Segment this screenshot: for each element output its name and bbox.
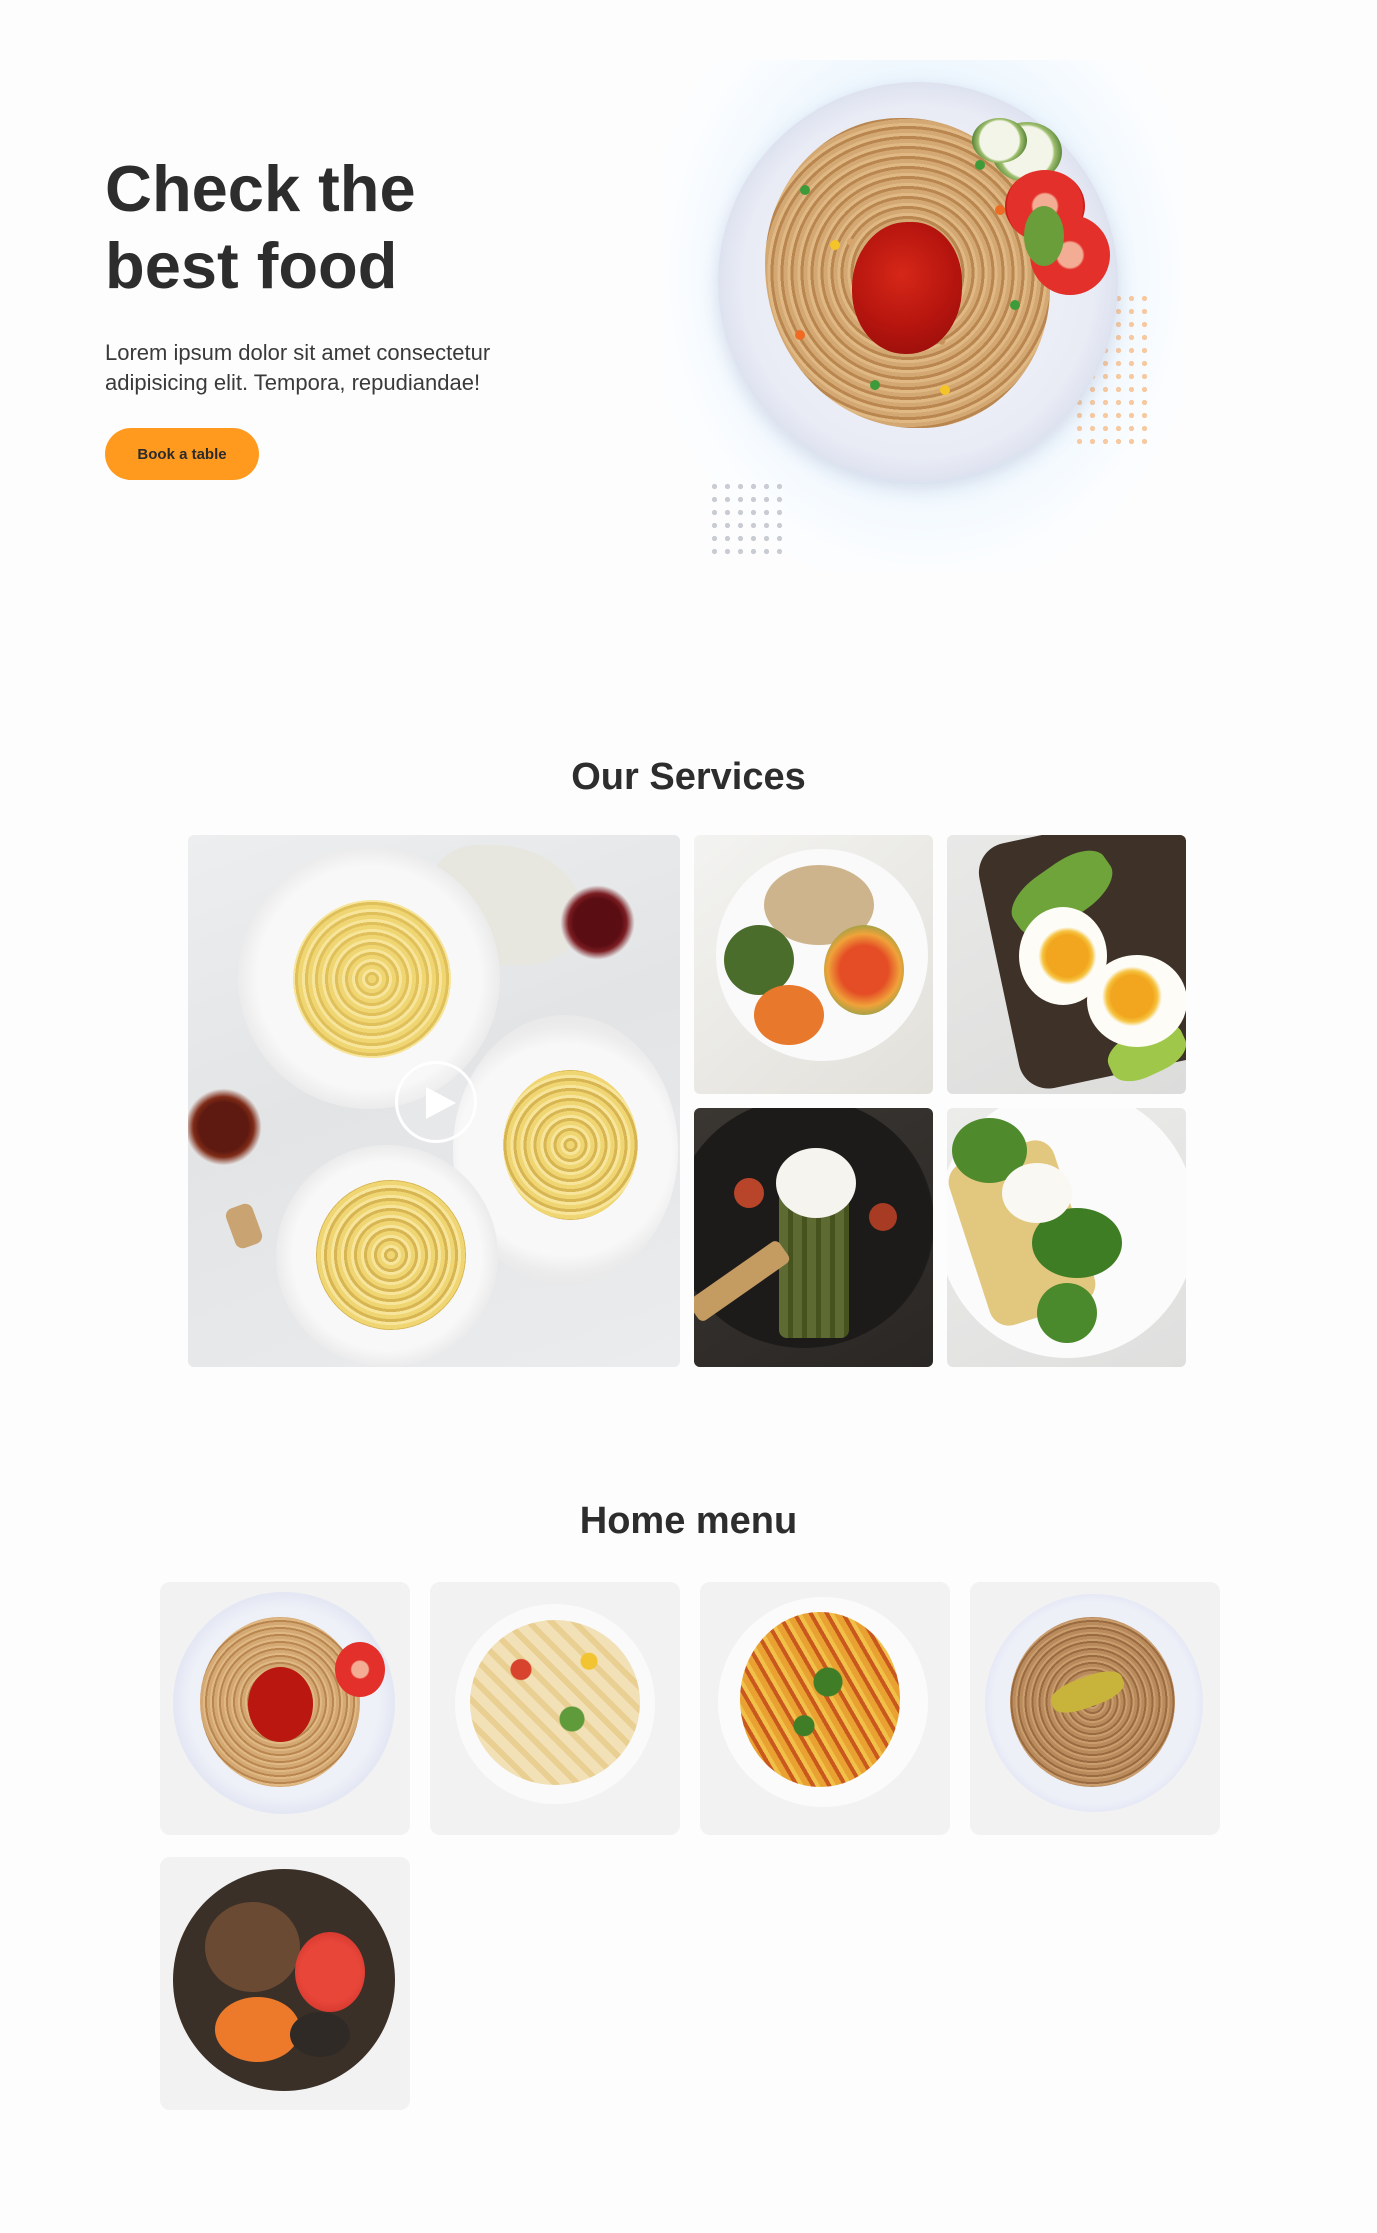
vegetable-bowl-photo[interactable] (694, 835, 933, 1094)
hero-title-line-2: best food (105, 229, 398, 302)
hero-title: Check the best food (105, 150, 525, 304)
cucumber-slice (972, 118, 1027, 163)
spinach-leaf (1037, 1283, 1097, 1343)
tomato-sauce (248, 1667, 313, 1742)
carrot (754, 985, 824, 1045)
hero-title-line-1: Check the (105, 152, 416, 225)
menu-item-card[interactable] (160, 1582, 410, 1835)
cherry-tomato (869, 1203, 897, 1231)
fusilli-pasta (740, 1612, 900, 1787)
pasta-portion (503, 1070, 638, 1220)
pea (975, 160, 985, 170)
peppers (824, 925, 904, 1015)
pea (800, 185, 810, 195)
home-menu-title: Home menu (579, 1500, 798, 1542)
pea (995, 205, 1005, 215)
landing-page: Check the best food Lorem ipsum dolor si… (0, 0, 1377, 2233)
wine-glass (560, 885, 635, 960)
menu-item-card[interactable] (700, 1582, 950, 1835)
cherry-tomatoes (295, 1932, 365, 2012)
pea (1010, 300, 1020, 310)
beef-slices (205, 1902, 300, 1992)
hero-description-line-1: Lorem ipsum dolor sit amet consectetur (105, 340, 491, 365)
gray-dots-decoration (708, 480, 788, 560)
pea (830, 240, 840, 250)
play-icon (426, 1087, 456, 1119)
hero-tomato-sauce (852, 222, 962, 354)
asparagus-plate-photo[interactable] (694, 1108, 933, 1367)
poached-egg (1002, 1163, 1072, 1223)
hero-description-line-2: adipisicing elit. Tempora, repudiandae! (105, 370, 481, 395)
egg-half (1087, 955, 1186, 1047)
pea (795, 330, 805, 340)
penne-pasta (470, 1620, 640, 1785)
cork (223, 1201, 265, 1251)
menu-item-card[interactable] (160, 1857, 410, 2110)
hero-description: Lorem ipsum dolor sit amet consectetur a… (105, 338, 575, 398)
pea (870, 380, 880, 390)
tomato-slice (335, 1642, 385, 1697)
spinach-toast-photo[interactable] (947, 1108, 1186, 1367)
burrata (776, 1148, 856, 1218)
pea (940, 385, 950, 395)
pasta-portion (316, 1180, 466, 1330)
book-table-button[interactable]: Book a table (105, 428, 259, 480)
menu-item-card[interactable] (970, 1582, 1220, 1835)
lettuce-leaf (1024, 206, 1064, 266)
wine-glass (188, 1087, 261, 1167)
egg-avocado-toast-photo[interactable] (947, 835, 1186, 1094)
cherry-tomato (734, 1178, 764, 1208)
play-video-button[interactable] (395, 1061, 477, 1143)
pasta-portion (293, 900, 451, 1058)
services-title: Our Services (571, 756, 806, 798)
mushrooms (290, 2012, 350, 2057)
carrot-strips (215, 1997, 300, 2062)
menu-item-card[interactable] (430, 1582, 680, 1835)
